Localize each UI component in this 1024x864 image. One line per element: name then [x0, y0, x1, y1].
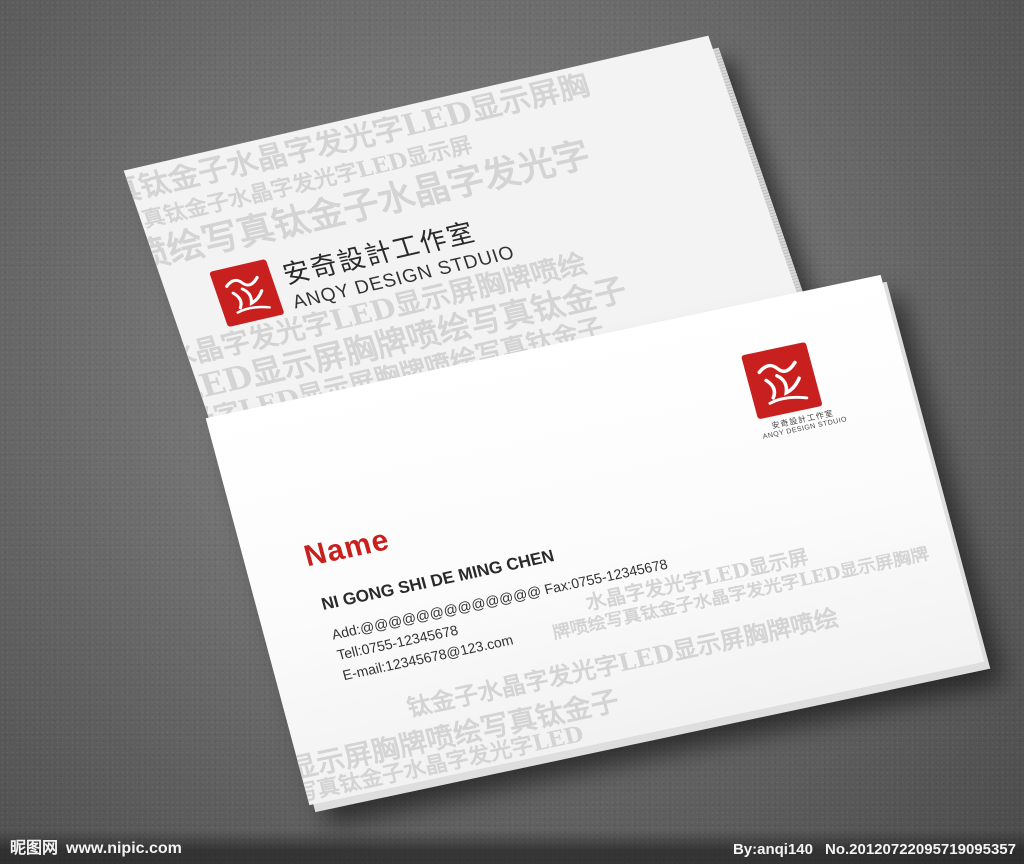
- studio-seal-logo: [209, 258, 285, 328]
- credit-site: www.nipic.com: [66, 840, 182, 857]
- credit-left: 昵图网 www.nipic.com: [10, 834, 182, 858]
- seal-calligraphy-icon: [757, 360, 809, 405]
- credit-right: By:anqi140 No.20120722095719095357: [733, 841, 1016, 858]
- credit-number: No.20120722095719095357: [824, 841, 1016, 858]
- credit-bar: 昵图网 www.nipic.com By:anqi140 No.2012072209…: [0, 830, 1024, 864]
- front-seal-block: 安奇設計工作室 ANQY DESIGN STDUIO: [741, 338, 848, 441]
- card-name: Name: [300, 523, 394, 574]
- nipic-logo-text: 昵图网: [10, 840, 59, 857]
- seal-calligraphy-icon: [225, 275, 271, 314]
- credit-author: By:anqi140: [732, 841, 813, 858]
- front-seal-logo: [741, 341, 823, 420]
